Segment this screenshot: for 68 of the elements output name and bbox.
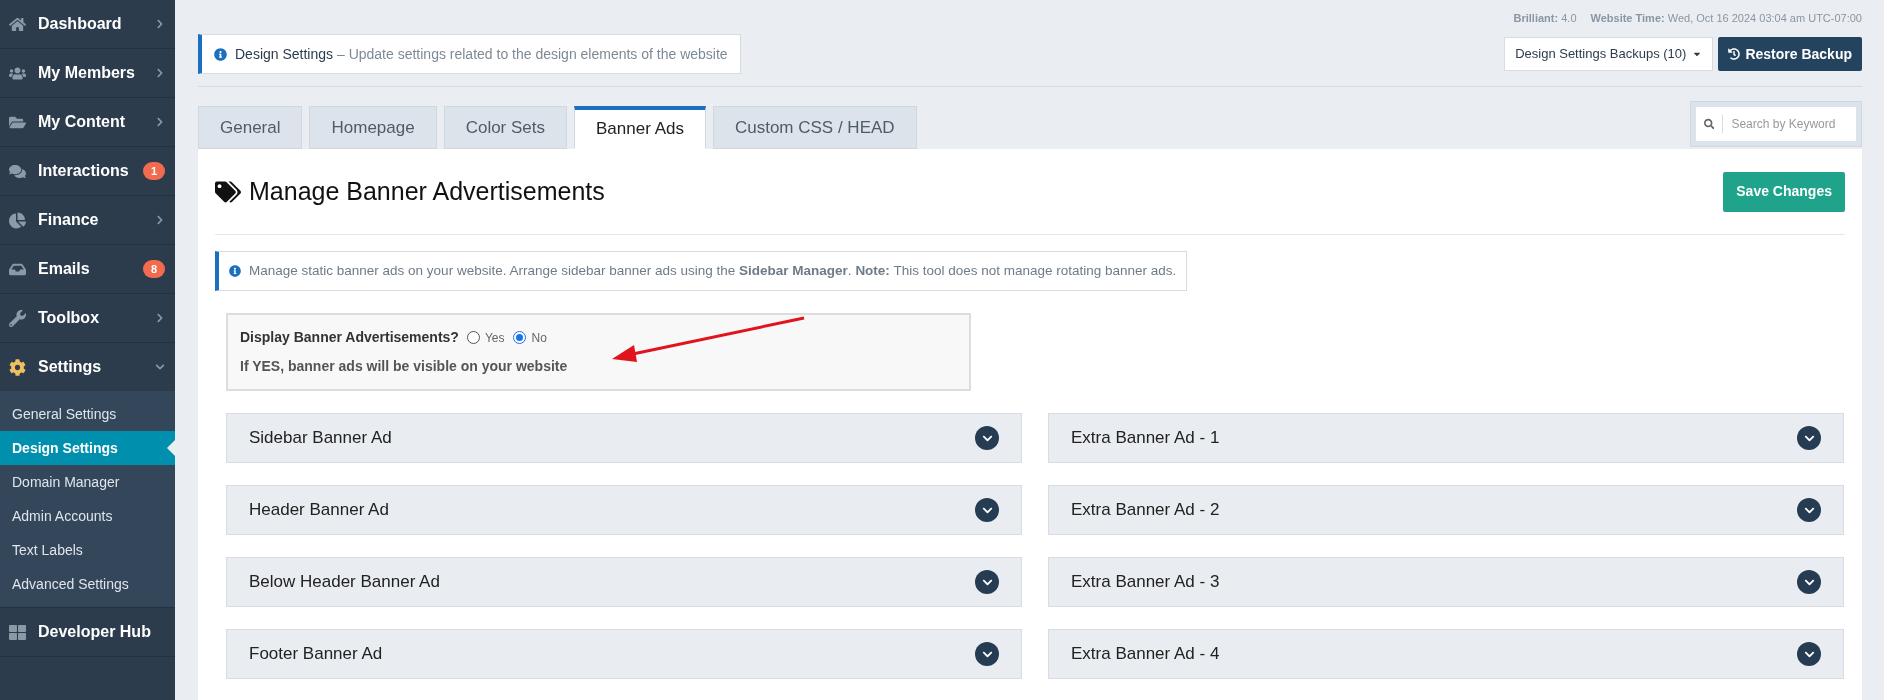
chevron-down-icon xyxy=(1797,570,1821,594)
submenu-item[interactable]: Text Labels xyxy=(0,533,175,567)
info-icon xyxy=(229,265,241,277)
accordion-header[interactable]: Extra Banner Ad - 3 xyxy=(1048,557,1844,607)
home-icon xyxy=(9,15,26,33)
chevron-down-icon xyxy=(975,426,999,450)
question-label: Display Banner Advertisements? xyxy=(240,328,459,347)
chevron-down-icon xyxy=(975,570,999,594)
submenu-item[interactable]: Design Settings xyxy=(0,431,175,465)
sidebar-item[interactable]: My Members xyxy=(0,49,175,97)
sidebar-item[interactable]: Emails 8 xyxy=(0,245,175,293)
chevron-right-icon xyxy=(155,68,165,78)
accordion-header[interactable]: Extra Banner Ad - 2 xyxy=(1048,485,1844,535)
meta-text: Website Time: Wed, Oct 16 2024 03:04 am UTC-07:00 xyxy=(1590,11,1862,26)
info-icon xyxy=(214,47,227,61)
search-field[interactable]: Search by Keyword xyxy=(1696,107,1856,141)
chevron-down-icon xyxy=(1797,498,1821,522)
history-icon xyxy=(1728,48,1741,60)
submenu-item[interactable]: Advanced Settings xyxy=(0,567,175,601)
grid-icon xyxy=(9,623,26,641)
chevron-down-icon xyxy=(975,498,999,522)
accordion-header[interactable]: Extra Banner Ad - 1 xyxy=(1048,413,1844,463)
sidebar-item[interactable]: My Content xyxy=(0,98,175,146)
pie-chart-icon xyxy=(9,211,26,229)
panel-title: Manage Banner Advertisements xyxy=(249,175,605,207)
restore-backup-button[interactable]: Restore Backup xyxy=(1718,37,1862,71)
tab[interactable]: Homepage xyxy=(309,106,437,149)
submenu-item[interactable]: Domain Manager xyxy=(0,465,175,499)
chevron-right-icon xyxy=(155,117,165,127)
sidebar-item[interactable]: Finance xyxy=(0,196,175,244)
accordion-header[interactable]: Sidebar Banner Ad xyxy=(226,413,1022,463)
sidebar-item[interactable]: Dashboard xyxy=(0,0,175,48)
tab[interactable]: Color Sets xyxy=(443,106,568,149)
chevron-right-icon xyxy=(155,19,165,29)
count-badge: 8 xyxy=(142,259,165,279)
page-info-text: Design Settings – Update settings related to the design elements of the website xyxy=(235,44,728,64)
backups-dropdown[interactable]: Design Settings Backups (10) xyxy=(1504,37,1714,71)
sidebar-item[interactable]: Interactions 1 xyxy=(0,147,175,195)
count-badge: 1 xyxy=(142,161,165,181)
hint-text: If YES, banner ads will be visible on your website xyxy=(240,357,569,376)
tab[interactable]: Custom CSS / HEAD xyxy=(712,106,917,149)
submenu-item[interactable]: Admin Accounts xyxy=(0,499,175,533)
note-text: Manage static banner ads on your website. Arrange sidebar banner ads using the Sidebar Manager. Note: This tool does not manage rotating banner ads. xyxy=(249,261,1177,280)
chevron-down-icon xyxy=(155,362,165,372)
sidebar-item[interactable]: Toolbox xyxy=(0,294,175,342)
tags-icon xyxy=(215,180,241,203)
wrench-icon xyxy=(9,309,26,327)
accordion-header[interactable]: Below Header Banner Ad xyxy=(226,557,1022,607)
tab[interactable]: General xyxy=(198,106,303,149)
radio-option[interactable]: Yes xyxy=(466,328,505,347)
pointer-icon xyxy=(167,440,175,456)
tab[interactable]: Banner Ads xyxy=(574,106,706,149)
accordion-header[interactable]: Extra Banner Ad - 4 xyxy=(1048,629,1844,679)
meta-text: Brilliant: 4.0 xyxy=(1513,11,1577,26)
chevron-down-icon xyxy=(975,642,999,666)
accordion-header[interactable]: Footer Banner Ad xyxy=(226,629,1022,679)
sidebar-item[interactable]: Settings xyxy=(0,343,175,391)
chevron-down-icon xyxy=(1797,642,1821,666)
chevron-right-icon xyxy=(155,313,165,323)
search-icon xyxy=(1704,118,1715,130)
radio-option[interactable]: No xyxy=(513,328,547,347)
sidebar-item[interactable]: Developer Hub xyxy=(0,608,175,656)
gear-icon xyxy=(9,358,26,376)
chat-bubbles-icon xyxy=(9,162,26,180)
submenu-item[interactable]: General Settings xyxy=(0,397,175,431)
chevron-right-icon xyxy=(155,215,165,225)
chevron-down-icon xyxy=(1797,426,1821,450)
accordion-header[interactable]: Header Banner Ad xyxy=(226,485,1022,535)
